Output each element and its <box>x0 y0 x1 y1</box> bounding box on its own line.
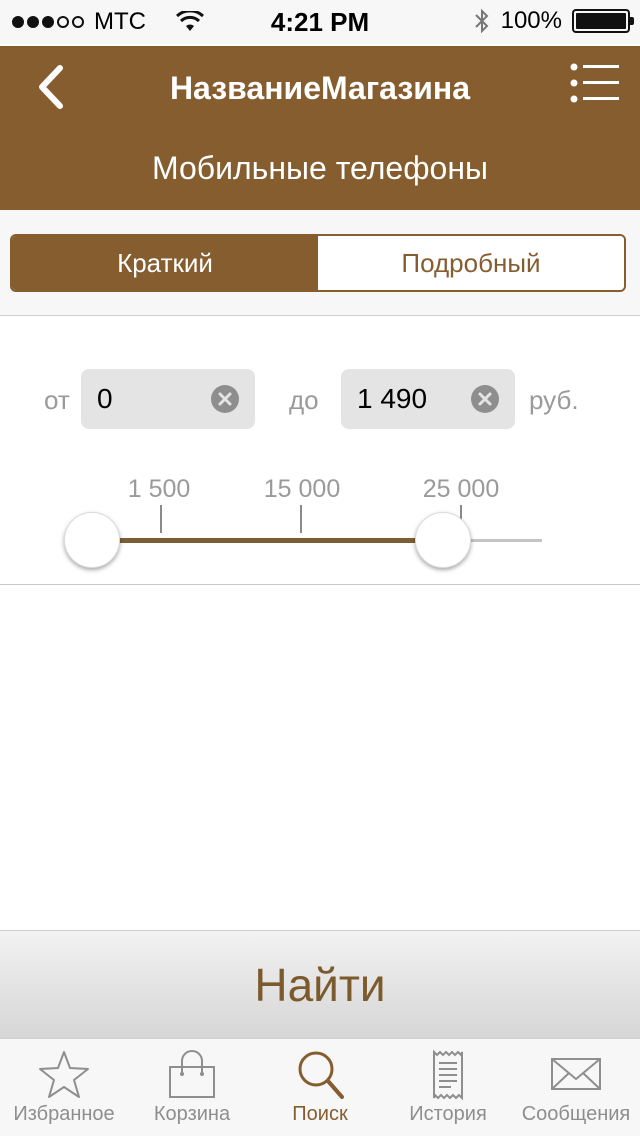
slider-range-fill <box>92 538 443 543</box>
nav-header: НазваниеМагазина Мобильные телефоны <box>0 46 640 210</box>
receipt-icon <box>433 1049 463 1101</box>
status-bar: MTC 4:21 PM 100% <box>0 0 640 44</box>
clear-icon[interactable] <box>211 385 239 413</box>
currency-label: руб. <box>529 385 579 415</box>
view-toggle-area: Краткий Подробный <box>0 210 640 316</box>
tab-cart[interactable]: Корзина <box>128 1039 256 1136</box>
tab-label: История <box>409 1103 487 1125</box>
tab-label: Корзина <box>153 1103 231 1125</box>
status-right: 100% <box>473 7 634 35</box>
shop-title: НазваниеМагазина <box>169 70 471 106</box>
tab-history[interactable]: История <box>384 1039 512 1136</box>
tick-label: 25 000 <box>422 475 500 503</box>
price-filter: от 0 до 1 490 руб. 1 500 15 000 25 000 <box>0 317 640 585</box>
bluetooth-icon <box>474 8 489 34</box>
search-icon <box>298 1051 344 1099</box>
envelope-icon <box>551 1058 601 1090</box>
tab-favorites[interactable]: Избранное <box>0 1039 128 1136</box>
tick-label: 1 500 <box>127 475 191 503</box>
slider-max-thumb[interactable] <box>415 512 471 568</box>
price-from-label: от <box>44 385 70 415</box>
tab-search[interactable]: Поиск <box>256 1039 384 1136</box>
bag-icon <box>169 1050 215 1098</box>
detailed-view-tab[interactable]: Подробный <box>318 236 624 290</box>
price-to-value[interactable]: 1 490 <box>357 383 427 415</box>
star-icon <box>39 1051 89 1098</box>
clear-icon[interactable] <box>471 385 499 413</box>
price-from-value[interactable]: 0 <box>97 383 113 415</box>
battery-icon <box>572 9 634 33</box>
slider-min-thumb[interactable] <box>64 512 120 568</box>
view-segmented-control: Краткий Подробный <box>10 234 626 292</box>
tick-mark <box>300 505 302 533</box>
tab-bar: Избранное Корзина Поиск История Сообщени… <box>0 1038 640 1136</box>
category-title: Мобильные телефоны <box>151 150 488 186</box>
find-button[interactable]: Найти <box>0 930 640 1038</box>
menu-list-icon[interactable] <box>570 62 620 106</box>
battery-fill <box>576 13 626 29</box>
tick-mark <box>160 505 162 533</box>
brief-view-tab[interactable]: Краткий <box>12 236 318 290</box>
tab-label: Поиск <box>292 1103 348 1125</box>
tab-label: Избранное <box>13 1103 115 1125</box>
price-from-field[interactable]: 0 <box>81 369 255 429</box>
battery-percent: 100% <box>500 7 562 34</box>
tab-messages[interactable]: Сообщения <box>512 1039 640 1136</box>
tab-label: Сообщения <box>521 1103 631 1125</box>
price-to-field[interactable]: 1 490 <box>341 369 515 429</box>
tick-label: 15 000 <box>263 475 341 503</box>
price-to-label: до <box>289 385 319 415</box>
